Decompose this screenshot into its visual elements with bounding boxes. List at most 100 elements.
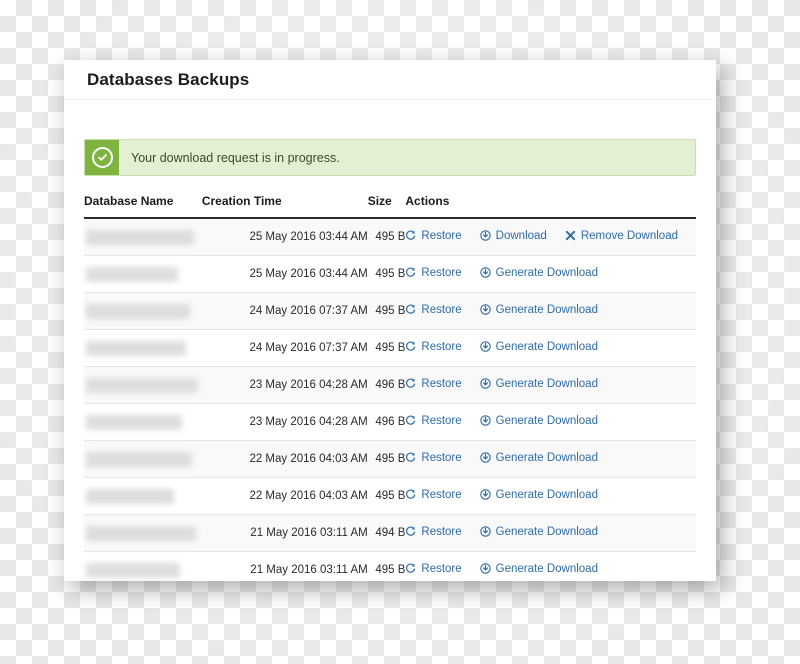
database-name-redacted <box>86 562 180 578</box>
table-row: 23 May 2016 04:28 AM 496 B Restore Generate… <box>84 403 696 441</box>
action-restore-link[interactable]: Restore <box>405 304 462 316</box>
action-label: Restore <box>421 525 462 538</box>
action-restore-link[interactable]: Restore <box>405 525 462 538</box>
restore-icon <box>405 452 416 463</box>
action-restore-link[interactable]: Restore <box>405 377 462 390</box>
page-title: Databases Backups <box>87 70 250 89</box>
action-label: Restore <box>421 340 462 353</box>
cell-actions: Restore Generate Download <box>405 477 696 515</box>
action-label: Restore <box>421 562 462 575</box>
cell-database-name <box>84 218 202 256</box>
backups-card: Databases Backups Your download request … <box>64 60 716 581</box>
action-generate-download-link[interactable]: Generate Download <box>479 340 598 353</box>
download-circle-icon <box>479 267 491 278</box>
cell-actions: Restore Generate Download <box>405 514 696 552</box>
action-label: Restore <box>421 488 462 501</box>
database-name-redacted <box>86 377 198 393</box>
action-generate-download-link[interactable]: Generate Download <box>479 304 598 316</box>
check-circle-icon <box>91 147 113 168</box>
table-row: 21 May 2016 03:11 AM 494 B Restore Generate… <box>84 514 696 552</box>
table-row: 25 May 2016 03:44 AM 495 B Restore Download… <box>84 218 696 256</box>
table-row: 24 May 2016 07:37 AM 495 B Restore Generate… <box>84 329 696 367</box>
action-generate-download-link[interactable]: Generate Download <box>479 378 598 390</box>
column-header-creation-time: Creation Time <box>201 194 368 219</box>
download-circle-icon <box>479 526 491 537</box>
cell-database-name <box>84 403 202 441</box>
action-label: Generate Download <box>495 340 598 353</box>
cell-size: 495 B <box>367 292 406 330</box>
cell-size: 494 B <box>367 514 406 552</box>
action-label: Download <box>495 229 547 242</box>
download-circle-icon <box>479 378 491 389</box>
cell-actions: Restore Generate Download <box>405 440 696 478</box>
cell-size: 495 B <box>367 440 406 478</box>
action-restore-link[interactable]: Restore <box>405 266 462 279</box>
download-circle-icon <box>479 230 491 241</box>
cell-database-name <box>84 366 202 404</box>
action-label: Generate Download <box>495 562 598 575</box>
action-label: Restore <box>421 266 462 279</box>
restore-icon <box>405 230 416 241</box>
table-row: 23 May 2016 04:28 AM 496 B Restore Generate… <box>84 366 696 404</box>
action-remove-download-link[interactable]: Remove Download <box>565 230 678 242</box>
cell-actions: Restore Generate Download <box>405 255 696 293</box>
column-header-database-name: Database Name <box>84 194 202 219</box>
cell-size: 495 B <box>367 329 406 367</box>
download-circle-icon <box>479 563 491 574</box>
table-row: 22 May 2016 04:03 AM 495 B Restore Generate… <box>84 440 696 478</box>
cell-actions: Restore Generate Download <box>405 551 696 581</box>
table-row: 24 May 2016 07:37 AM 495 B Restore Generate… <box>84 292 696 330</box>
action-restore-link[interactable]: Restore <box>405 488 462 501</box>
cell-actions: Restore Generate Download <box>405 292 696 330</box>
action-restore-link[interactable]: Restore <box>405 230 462 242</box>
cell-size: 495 B <box>367 551 406 581</box>
restore-icon <box>405 526 416 537</box>
cell-size: 495 B <box>367 255 406 293</box>
action-restore-link[interactable]: Restore <box>405 451 462 464</box>
cell-creation-time: 22 May 2016 04:03 AM <box>201 477 368 515</box>
action-label: Restore <box>421 451 462 464</box>
download-circle-icon <box>479 304 491 315</box>
action-restore-link[interactable]: Restore <box>405 340 462 353</box>
action-generate-download-link[interactable]: Generate Download <box>479 452 598 464</box>
restore-icon <box>405 267 416 278</box>
action-download-link[interactable]: Download <box>479 229 547 242</box>
cell-database-name <box>84 329 202 367</box>
cell-database-name <box>84 255 202 293</box>
action-generate-download-link[interactable]: Generate Download <box>479 267 598 279</box>
cell-creation-time: 22 May 2016 04:03 AM <box>201 440 368 478</box>
cell-creation-time: 24 May 2016 07:37 AM <box>201 329 368 367</box>
database-name-redacted <box>86 340 186 356</box>
download-circle-icon <box>479 452 491 463</box>
alert-icon-box <box>85 140 119 175</box>
table-header-row: Database Name Creation Time Size Actions <box>84 194 696 219</box>
restore-icon <box>405 304 416 315</box>
restore-icon <box>405 415 416 426</box>
restore-icon <box>405 563 416 574</box>
database-name-redacted <box>86 229 194 245</box>
restore-icon <box>405 341 416 352</box>
card-body: Your download request is in progress. Da… <box>64 139 716 581</box>
action-restore-link[interactable]: Restore <box>405 415 462 427</box>
database-name-redacted <box>86 414 182 430</box>
restore-icon <box>405 378 416 389</box>
cell-creation-time: 23 May 2016 04:28 AM <box>201 403 368 441</box>
action-label: Restore <box>421 377 462 390</box>
cell-actions: Restore Generate Download <box>405 366 696 404</box>
cell-creation-time: 24 May 2016 07:37 AM <box>201 292 368 330</box>
action-generate-download-link[interactable]: Generate Download <box>479 526 598 538</box>
cell-size: 495 B <box>367 477 406 515</box>
cell-database-name <box>84 477 202 515</box>
card-header: Databases Backups <box>64 60 716 100</box>
table-row: 22 May 2016 04:03 AM 495 B Restore Generate… <box>84 477 696 515</box>
backups-table-wrap: Database Name Creation Time Size Actions… <box>84 194 696 581</box>
action-restore-link[interactable]: Restore <box>405 562 462 575</box>
cell-actions: Restore Download Remove Download <box>405 218 696 256</box>
action-generate-download-link[interactable]: Generate Download <box>479 562 598 575</box>
action-generate-download-link[interactable]: Generate Download <box>479 414 598 427</box>
cell-database-name <box>84 551 202 581</box>
cell-creation-time: 25 May 2016 03:44 AM <box>201 255 368 293</box>
action-generate-download-link[interactable]: Generate Download <box>479 489 598 501</box>
action-label: Generate Download <box>495 414 598 427</box>
cell-size: 496 B <box>367 403 406 441</box>
